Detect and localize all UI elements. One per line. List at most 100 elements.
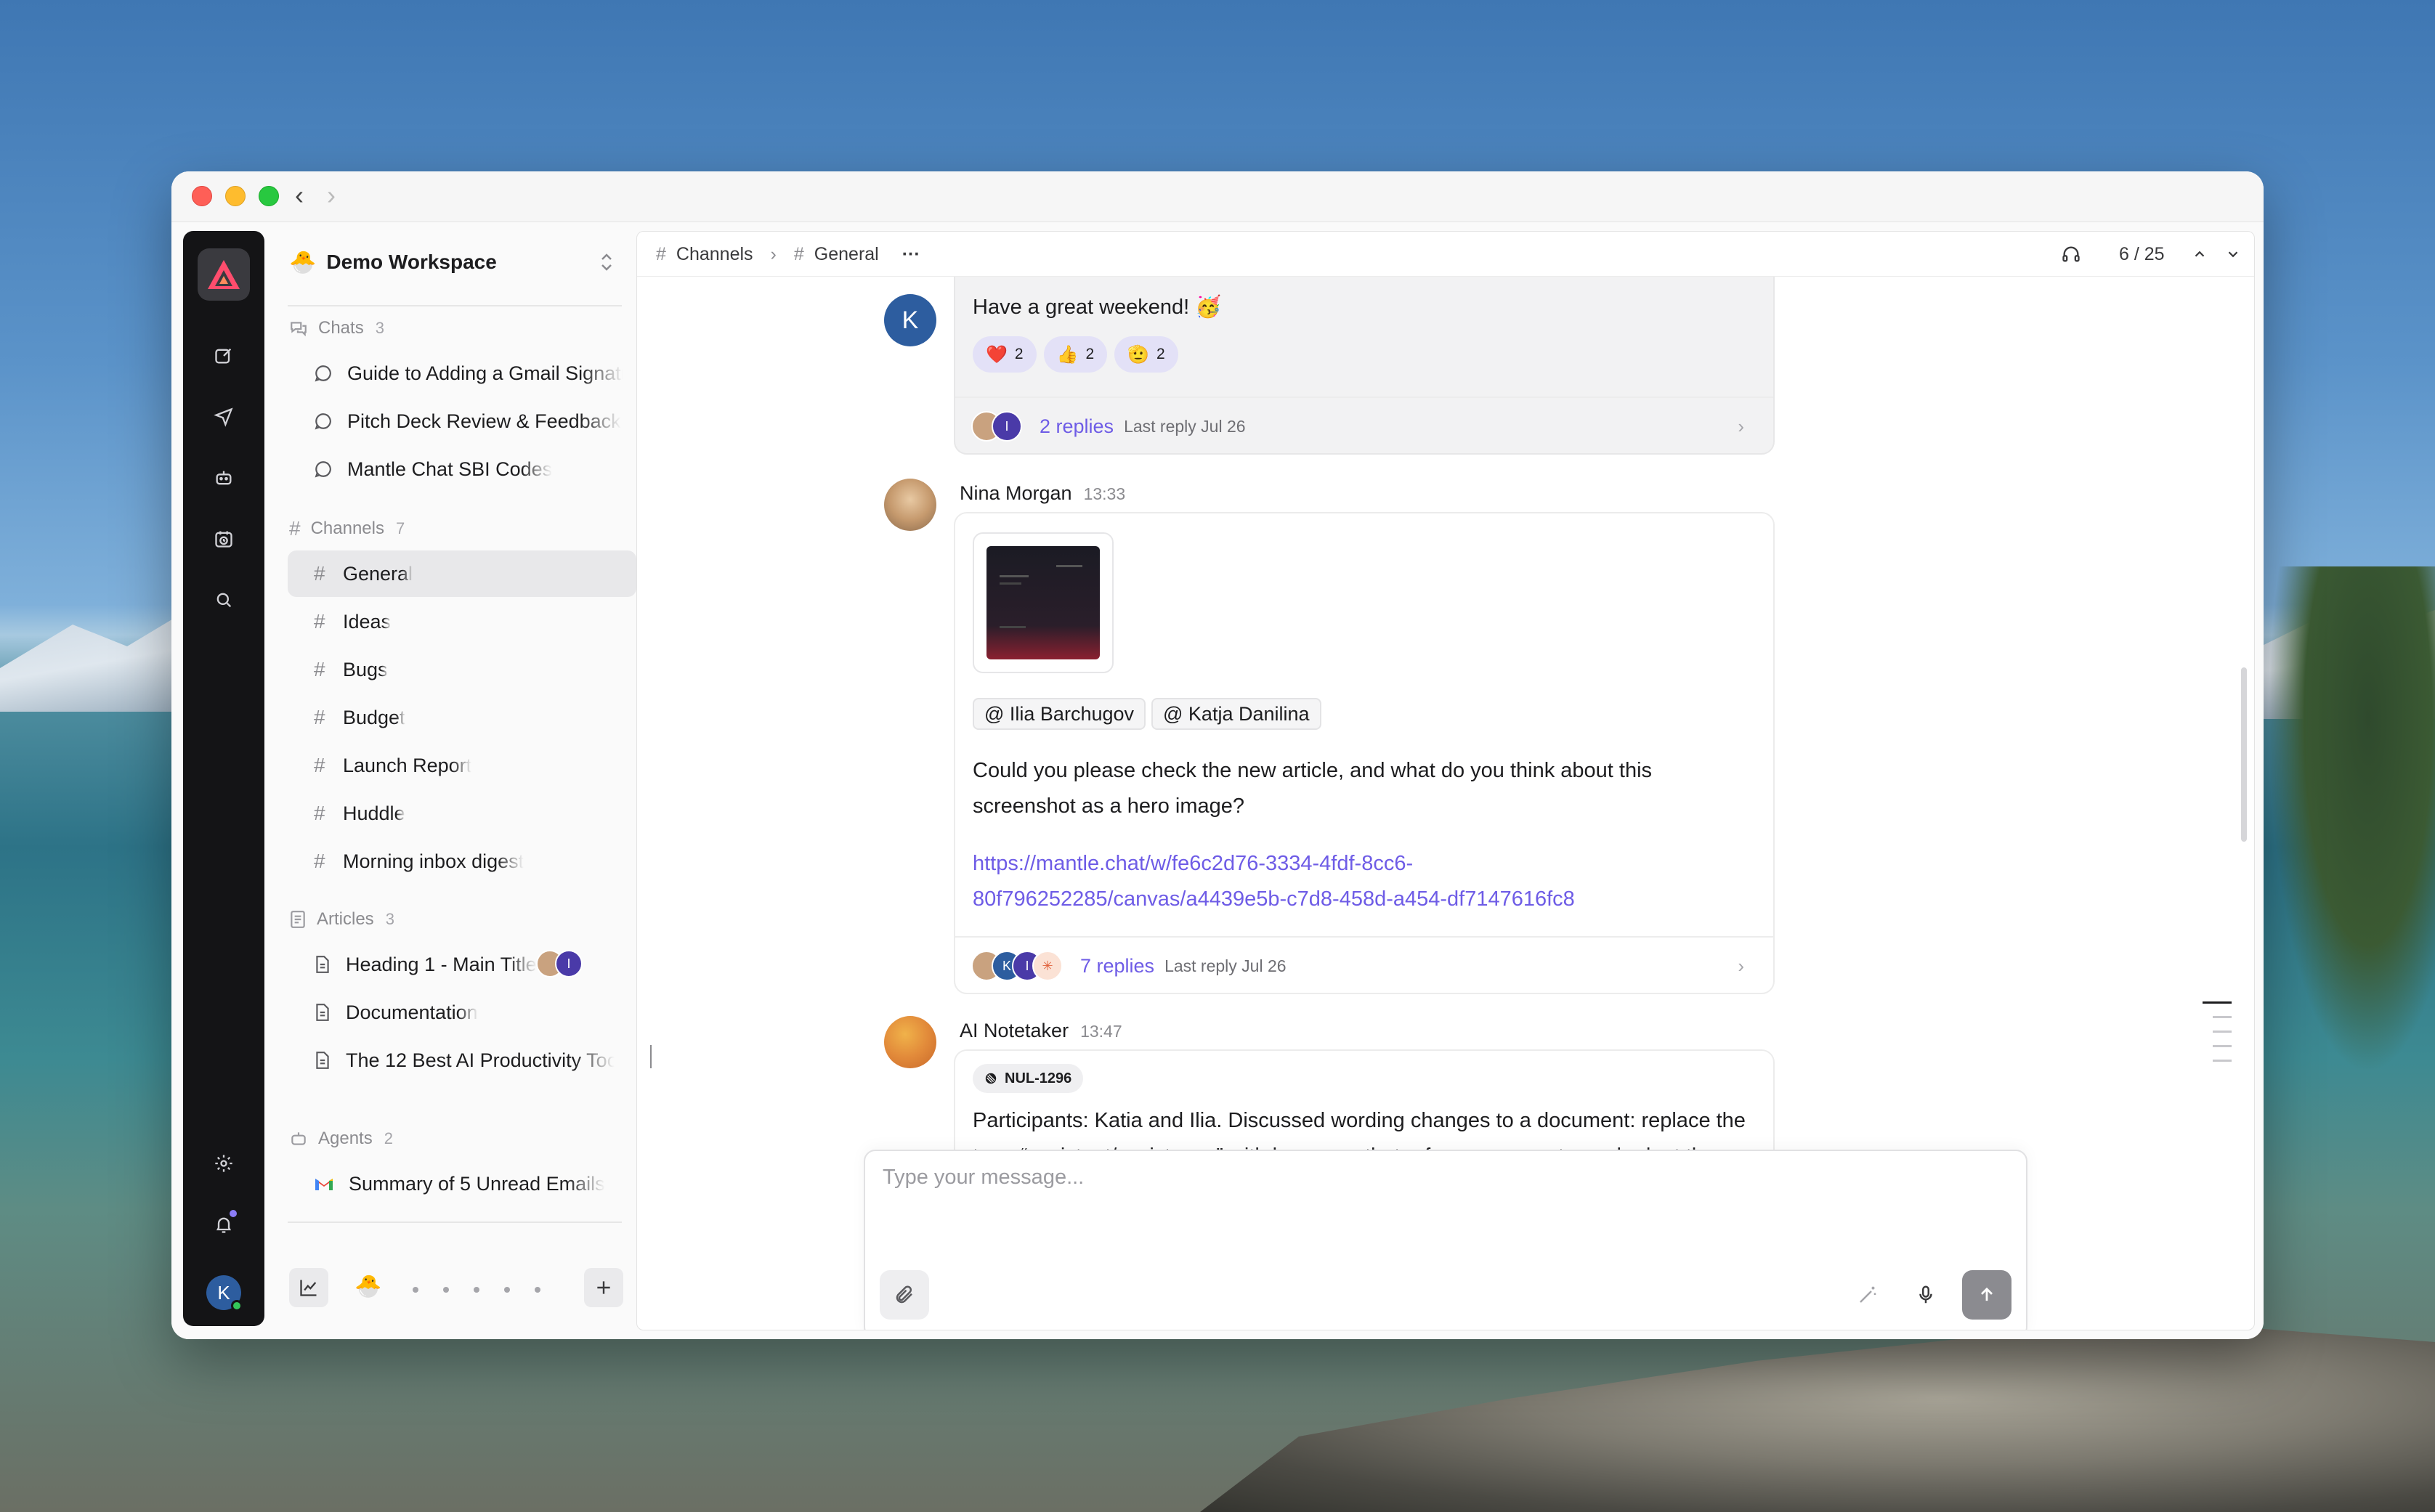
channel-item-budget[interactable]: # Budget: [293, 694, 642, 741]
canvas-link[interactable]: https://mantle.chat/w/fe6c2d76-3334-4fdf…: [973, 846, 1575, 917]
chevron-down-icon[interactable]: [2225, 232, 2241, 277]
link-text[interactable]: 80f796252285/canvas/a4439e5b-c7d8-458d-a…: [973, 882, 1575, 917]
workspace-dot[interactable]: [535, 1287, 540, 1293]
chat-bubble-icon: [315, 365, 331, 382]
scrollbar[interactable]: [2241, 667, 2247, 842]
more-options-button[interactable]: ···: [902, 244, 920, 265]
sidebar-divider: [288, 305, 622, 306]
message-input[interactable]: Type your message...: [883, 1166, 1084, 1190]
agent-item[interactable]: Summary of 5 Unread Emails: [293, 1161, 642, 1207]
article-item[interactable]: The 12 Best AI Productivity Tools: [293, 1037, 642, 1084]
article-item[interactable]: Heading 1 - Main Title I: [293, 941, 642, 988]
workspace-dot[interactable]: [474, 1287, 479, 1293]
channel-item-launch-report[interactable]: # Launch Report: [293, 742, 642, 789]
workspace-dot[interactable]: [443, 1287, 449, 1293]
workspace-switcher[interactable]: 🐣 Demo Workspace: [289, 244, 623, 280]
chat-item[interactable]: Guide to Adding a Gmail Signature: [293, 350, 642, 397]
section-chats-count: 3: [375, 319, 384, 337]
chat-item-label: Guide to Adding a Gmail Signature: [347, 362, 623, 384]
channel-item-bugs[interactable]: # Bugs: [293, 646, 642, 693]
chats-icon: [291, 322, 307, 337]
app-content: K 🐣 Demo Workspace Chats 3 Guide to Addi…: [171, 222, 2264, 1339]
message-time: 13:47: [1080, 1022, 1122, 1041]
message-author: Nina Morgan 13:33: [960, 482, 1125, 505]
image-attachment[interactable]: [973, 532, 1114, 673]
sidebar-footer: 🐣: [289, 1268, 623, 1312]
send-icon[interactable]: [206, 399, 241, 434]
issue-tag[interactable]: NUL-1296: [973, 1064, 1084, 1093]
calendar-clock-icon[interactable]: [206, 521, 241, 556]
attach-button[interactable]: [880, 1270, 929, 1320]
avatar: I: [555, 950, 583, 977]
hash-icon: #: [314, 562, 325, 585]
user-avatar[interactable]: K: [206, 1275, 243, 1312]
channel-item-label: Bugs: [343, 658, 388, 680]
app-logo[interactable]: [198, 248, 250, 301]
chat-item[interactable]: Mantle Chat SBI Codes: [293, 446, 642, 492]
send-button[interactable]: [1962, 1270, 2011, 1320]
mentions: @ Ilia Barchugov @ Katja Danilina: [973, 698, 1327, 730]
compose-icon[interactable]: [206, 338, 241, 373]
avatar-initial: I: [1025, 958, 1029, 973]
chevron-up-icon[interactable]: [2192, 232, 2208, 277]
workspace-dot[interactable]: [413, 1287, 418, 1293]
section-channels[interactable]: # Channels 7: [289, 514, 405, 543]
mention-chip[interactable]: @ Ilia Barchugov: [973, 698, 1146, 730]
workspace-name: Demo Workspace: [326, 251, 497, 273]
channel-item-ideas[interactable]: # Ideas: [293, 598, 642, 645]
section-chats[interactable]: Chats 3: [289, 314, 384, 343]
replies-count[interactable]: 2 replies: [1040, 415, 1114, 438]
headphones-icon[interactable]: [2061, 232, 2081, 277]
magic-wand-button[interactable]: [1843, 1270, 1892, 1320]
author-name[interactable]: AI Notetaker: [960, 1020, 1069, 1042]
resize-handle[interactable]: [650, 1045, 652, 1068]
gear-icon[interactable]: [206, 1146, 241, 1181]
channel-item-huddle[interactable]: # Huddle: [293, 790, 642, 837]
author-name[interactable]: Nina Morgan: [960, 482, 1072, 505]
zoom-window-button[interactable]: [259, 186, 279, 206]
channel-header: # Channels › # General ··· 6 / 25: [637, 232, 2254, 277]
section-agents[interactable]: Agents 2: [289, 1124, 393, 1153]
microphone-button[interactable]: [1901, 1270, 1950, 1320]
replies-count[interactable]: 7 replies: [1080, 955, 1154, 977]
thread-replies[interactable]: K I ✳ 7 replies Last reply Jul 26 ›: [955, 936, 1773, 993]
breadcrumb-channels[interactable]: Channels: [676, 244, 753, 265]
add-workspace-button[interactable]: [584, 1268, 623, 1307]
chevron-right-icon: ›: [1738, 415, 1744, 437]
thread-replies[interactable]: I 2 replies Last reply Jul 26 ›: [955, 397, 1773, 453]
channel-item-morning-inbox-digest[interactable]: # Morning inbox digest: [293, 838, 642, 885]
analytics-button[interactable]: [289, 1268, 328, 1307]
forward-arrow-icon[interactable]: ›: [327, 180, 336, 211]
breadcrumb-general[interactable]: General: [814, 244, 879, 265]
bell-icon[interactable]: [206, 1207, 241, 1242]
minimap-line: [2213, 1045, 2232, 1047]
article-item-label: The 12 Best AI Productivity Tools: [346, 1049, 615, 1071]
search-icon[interactable]: [206, 582, 241, 617]
article-item[interactable]: Documentation: [293, 989, 642, 1036]
reaction-thumbs-up[interactable]: 👍 2: [1043, 336, 1108, 373]
workspace-dot[interactable]: [504, 1287, 510, 1293]
minimize-window-button[interactable]: [225, 186, 246, 206]
chevron-updown-icon: [601, 253, 612, 271]
chat-item[interactable]: Pitch Deck Review & Feedback: [293, 398, 642, 444]
plus-icon: [597, 1281, 610, 1294]
link-text[interactable]: https://mantle.chat/w/fe6c2d76-3334-4fdf…: [973, 846, 1575, 882]
reaction-salute[interactable]: 🫡 2: [1114, 336, 1178, 373]
bot-icon: [291, 1132, 306, 1145]
workspace-switch-emoji[interactable]: 🐣: [354, 1274, 381, 1299]
back-arrow-icon[interactable]: ‹: [295, 180, 304, 211]
article-item-label: Documentation: [346, 1001, 478, 1023]
thumbs-up-icon: 👍: [1056, 344, 1079, 365]
section-articles[interactable]: Articles 3: [289, 905, 394, 934]
issue-tag-label: NUL-1296: [1005, 1070, 1072, 1086]
hash-icon: #: [314, 850, 325, 872]
reaction-heart[interactable]: ❤️ 2: [973, 336, 1037, 373]
message-minimap[interactable]: [2203, 1001, 2239, 1074]
close-window-button[interactable]: [192, 186, 212, 206]
minimap-line: [2213, 1031, 2232, 1033]
bot-icon[interactable]: [206, 460, 241, 495]
reactions: ❤️ 2 👍 2 🫡 2: [973, 336, 1186, 373]
mention-chip[interactable]: @ Katja Danilina: [1151, 698, 1321, 730]
document-icon: [316, 1004, 329, 1021]
channel-item-general[interactable]: # General: [288, 550, 636, 597]
